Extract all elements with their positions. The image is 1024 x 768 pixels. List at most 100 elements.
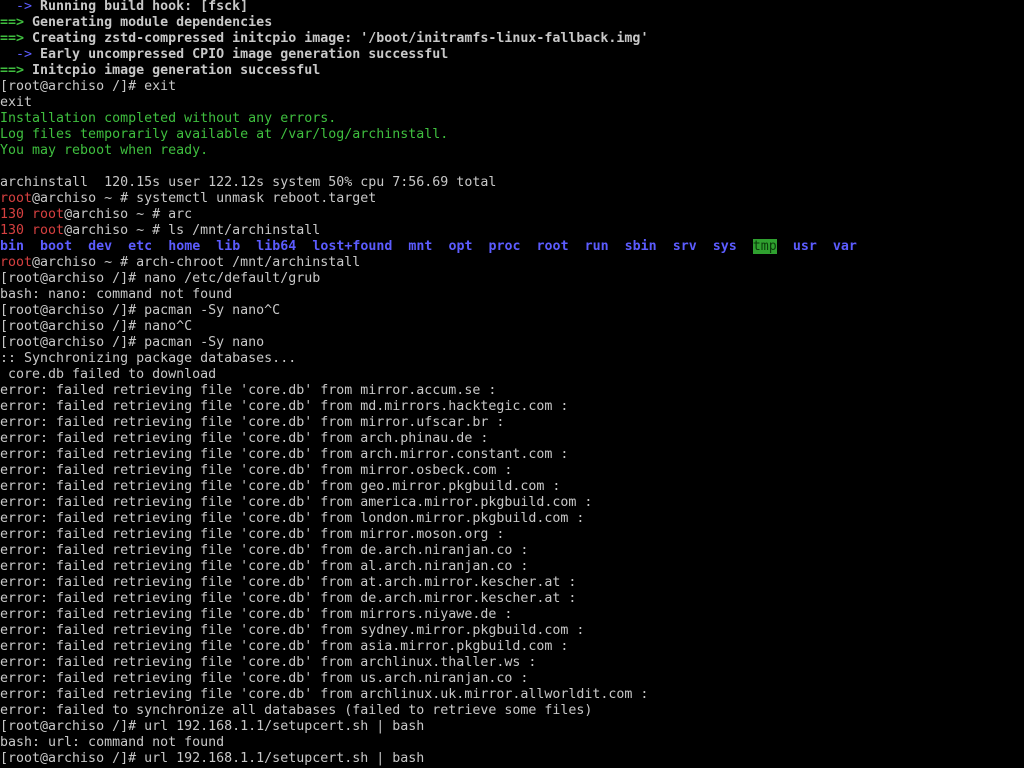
terminal-line: -> Running build hook: [fsck] [0,0,1024,15]
terminal-text-segment: You may reboot when ready. [0,143,209,158]
terminal-text-segment: [root@archiso /]# nano /etc/default/grub [0,271,321,286]
terminal-line: core.db failed to download [0,367,1024,383]
terminal-line: You may reboot when ready. [0,143,1024,159]
terminal-text-segment: lib64 [256,239,297,254]
terminal-line: Log files temporarily available at /var/… [0,127,1024,143]
terminal-text-segment: error: failed retrieving file 'core.db' … [0,575,577,590]
terminal-text-segment: proc [488,239,521,254]
terminal-text-segment: srv [672,239,697,254]
terminal-text-segment: root [0,255,33,270]
terminal-text-segment: Log files temporarily available at /var/… [0,127,449,142]
terminal-line: [root@archiso /]# pacman -Sy nano [0,335,1024,351]
terminal-text-segment: error: failed retrieving file 'core.db' … [0,495,593,510]
terminal-line: error: failed retrieving file 'core.db' … [0,591,1024,607]
terminal-line: error: failed retrieving file 'core.db' … [0,607,1024,623]
terminal-line: error: failed retrieving file 'core.db' … [0,415,1024,431]
terminal-text-segment: -> [0,47,41,62]
terminal-text-segment: error: failed retrieving file 'core.db' … [0,447,569,462]
terminal-line: ==> Creating zstd-compressed initcpio im… [0,31,1024,47]
terminal-text-segment: lib [216,239,241,254]
terminal-text-segment: error: failed retrieving file 'core.db' … [0,543,529,558]
terminal-text-segment: error: failed retrieving file 'core.db' … [0,383,497,398]
terminal-text-segment: [root@archiso /]# pacman -Sy nano^C [0,303,281,318]
terminal-text-segment: var [832,239,857,254]
terminal-line: ==> Generating module dependencies [0,15,1024,31]
terminal-text-segment: error: failed retrieving file 'core.db' … [0,623,585,638]
terminal-text-segment: etc [128,239,153,254]
terminal-text-segment: error: failed retrieving file 'core.db' … [0,399,569,414]
terminal-line: error: failed retrieving file 'core.db' … [0,495,1024,511]
terminal-text-segment: [root@archiso /]# exit [0,79,177,94]
terminal-text-segment: usr [792,239,817,254]
terminal-line: bin boot dev etc home lib lib64 lost+fou… [0,239,1024,255]
terminal-line: [root@archiso /]# exit [0,79,1024,95]
terminal-line: exit [0,95,1024,111]
terminal-line: 130 root@archiso ~ # arc [0,207,1024,223]
terminal-line: error: failed retrieving file 'core.db' … [0,431,1024,447]
terminal-line: error: failed retrieving file 'core.db' … [0,687,1024,703]
terminal-line: error: failed retrieving file 'core.db' … [0,623,1024,639]
terminal-text-segment: home [168,239,201,254]
terminal-text-segment: exit [0,95,33,110]
terminal-text-segment: dev [88,239,113,254]
terminal-text-segment: :: Synchronizing package databases... [0,351,297,366]
terminal-text-segment: [root@archiso /]# url 192.168.1.1/setupc… [0,719,425,734]
terminal-line: error: failed retrieving file 'core.db' … [0,511,1024,527]
terminal-text-segment: sbin [624,239,657,254]
terminal-text-segment: error: failed to synchronize all databas… [0,703,593,718]
terminal-line: error: failed retrieving file 'core.db' … [0,463,1024,479]
terminal-text-segment: archinstall 120.15s user 122.12s system … [0,175,497,190]
terminal-text-segment: error: failed retrieving file 'core.db' … [0,463,513,478]
terminal-text-segment: error: failed retrieving file 'core.db' … [0,639,569,654]
terminal-text-segment: @archiso ~ # ls /mnt/archinstall [64,223,321,238]
terminal-text-segment: ==> [0,31,33,46]
terminal-line: error: failed retrieving file 'core.db' … [0,447,1024,463]
terminal-text-segment: root [32,207,65,222]
terminal-text-segment: root [536,239,569,254]
highlighted-dir-entry: tmp [752,239,777,254]
terminal-text-segment: lost+found [312,239,393,254]
terminal-text-segment: error: failed retrieving file 'core.db' … [0,671,529,686]
terminal-line: bash: url: command not found [0,735,1024,751]
terminal-line: error: failed retrieving file 'core.db' … [0,575,1024,591]
terminal-line: error: failed retrieving file 'core.db' … [0,655,1024,671]
terminal-text-segment: error: failed retrieving file 'core.db' … [0,591,577,606]
terminal-text-segment: Installation completed without any error… [0,111,337,126]
terminal-text-segment: error: failed retrieving file 'core.db' … [0,511,585,526]
terminal-line: error: failed retrieving file 'core.db' … [0,399,1024,415]
terminal-text-segment: mnt [408,239,433,254]
terminal-text-segment: @archiso ~ # arc [64,207,193,222]
terminal-line: [root@archiso /]# pacman -Sy nano^C [0,303,1024,319]
terminal-line: error: failed retrieving file 'core.db' … [0,671,1024,687]
terminal-line: ==> Initcpio image generation successful [0,63,1024,79]
terminal-line: -> Early uncompressed CPIO image generat… [0,47,1024,63]
terminal-line: error: failed retrieving file 'core.db' … [0,527,1024,543]
terminal-text-segment: [root@archiso /]# url 192.168.1.1/setupc… [0,751,425,766]
terminal-text-segment: Creating zstd-compressed initcpio image:… [32,31,649,46]
terminal-text-segment: error: failed retrieving file 'core.db' … [0,527,505,542]
terminal-line: error: failed retrieving file 'core.db' … [0,559,1024,575]
terminal-text-segment: error: failed retrieving file 'core.db' … [0,479,561,494]
terminal-text-segment: ==> [0,15,33,30]
terminal-text-segment: @archiso ~ # arch-chroot /mnt/archinstal… [32,255,361,270]
terminal-console[interactable]: -> Running build hook: [fsck] ==> Generat… [0,0,1024,768]
terminal-text-segment: [root@archiso /]# nano^C [0,319,193,334]
terminal-text-segment: [root@archiso /]# pacman -Sy nano [0,335,265,350]
terminal-line: :: Synchronizing package databases... [0,351,1024,367]
terminal-text-segment: core.db failed to download [0,367,217,382]
terminal-line: [root@archiso /]# nano^C [0,319,1024,335]
terminal-line: [root@archiso /]# url 192.168.1.1/setupc… [0,719,1024,735]
terminal-text-segment: error: failed retrieving file 'core.db' … [0,415,505,430]
